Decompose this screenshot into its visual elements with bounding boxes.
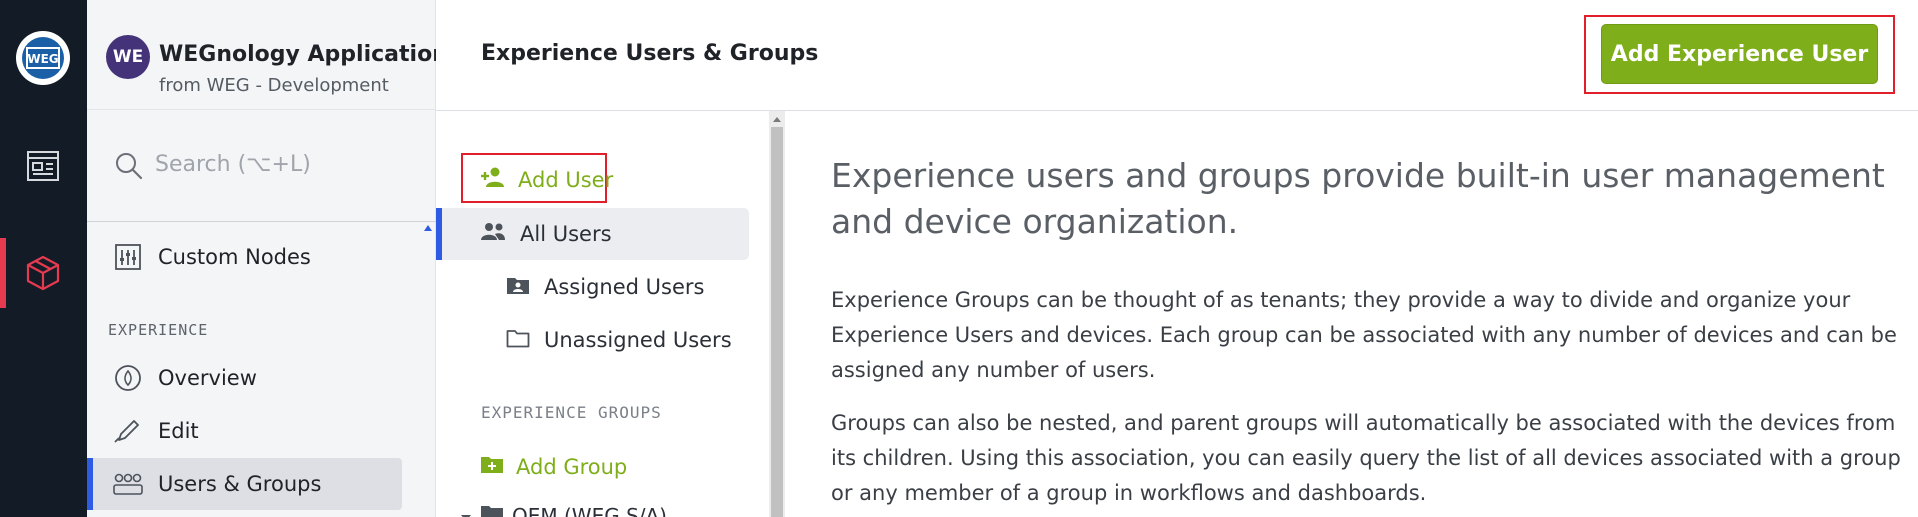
scroll-up-arrow-icon[interactable] bbox=[424, 225, 432, 231]
rail-active-indicator bbox=[0, 238, 6, 308]
dashboard-icon[interactable] bbox=[22, 145, 64, 187]
weg-logo[interactable]: WEG bbox=[16, 31, 70, 85]
search-input[interactable]: Search (⌥+L) bbox=[155, 152, 311, 177]
intro-paragraph: Experience Groups can be thought of as t… bbox=[831, 288, 1897, 382]
application-avatar: WE bbox=[106, 35, 150, 79]
tree-scrollbar[interactable] bbox=[769, 111, 785, 517]
add-user-label: Add User bbox=[518, 167, 614, 192]
folder-icon bbox=[506, 328, 530, 352]
tree-item-all-users[interactable]: All Users bbox=[436, 208, 749, 260]
sidebar-item-label: Overview bbox=[158, 366, 257, 390]
folder-add-icon bbox=[480, 454, 504, 479]
page-title: Experience Users & Groups bbox=[481, 41, 819, 66]
application-subtitle: from WEG - Development bbox=[159, 75, 389, 96]
weg-logo-icon: WEG bbox=[26, 47, 60, 69]
tree-item-label: Unassigned Users bbox=[544, 328, 732, 352]
users-groups-tree: Add User All Users Assigned Users Unassi… bbox=[436, 111, 769, 517]
tree-section-experience-groups: EXPERIENCE GROUPS bbox=[481, 403, 662, 422]
users-groups-icon bbox=[112, 468, 144, 500]
intro-paragraph: Groups can also be nested, and parent gr… bbox=[831, 411, 1901, 505]
add-group-link[interactable]: Add Group bbox=[480, 454, 627, 479]
add-experience-user-button[interactable]: Add Experience User bbox=[1601, 24, 1878, 84]
chevron-down-icon bbox=[460, 504, 472, 517]
application-title: WEGnology Application bbox=[159, 42, 448, 67]
person-add-icon bbox=[480, 166, 506, 193]
sidebar-scrollbar[interactable] bbox=[421, 222, 435, 517]
sidebar-item-label: Edit bbox=[158, 419, 199, 443]
people-icon bbox=[480, 222, 506, 246]
sidebar-item-overview[interactable]: Overview bbox=[87, 352, 402, 404]
add-group-label: Add Group bbox=[516, 454, 628, 479]
folder-user-icon bbox=[506, 275, 530, 299]
sidebar-section-experience: EXPERIENCE bbox=[108, 321, 209, 339]
tree-item-label: OEM (WEG S/A) bbox=[512, 503, 667, 517]
tree-item-unassigned-users[interactable]: Unassigned Users bbox=[506, 314, 732, 366]
tree-item-label: All Users bbox=[520, 222, 612, 246]
tree-item-group[interactable]: OEM (WEG S/A) bbox=[460, 503, 667, 517]
svg-text:WEG: WEG bbox=[27, 52, 58, 66]
folder-icon bbox=[480, 503, 504, 517]
scroll-up-arrow-icon[interactable] bbox=[773, 117, 781, 122]
cube-icon[interactable] bbox=[22, 252, 64, 294]
overview-icon bbox=[112, 362, 144, 394]
sidebar-item-label: Custom Nodes bbox=[158, 245, 311, 269]
add-user-link[interactable]: Add User bbox=[480, 166, 613, 193]
tree-item-assigned-users[interactable]: Assigned Users bbox=[506, 261, 704, 313]
main-content: Experience users and groups provide buil… bbox=[786, 111, 1906, 517]
scrollbar-thumb[interactable] bbox=[771, 127, 783, 517]
app-rail: WEG bbox=[0, 0, 87, 517]
application-header[interactable]: WE WEGnology Application from WEG - Deve… bbox=[87, 0, 448, 110]
sidebar-item-users-groups[interactable]: Users & Groups bbox=[87, 458, 402, 510]
sidebar-item-custom-nodes[interactable]: Custom Nodes bbox=[87, 231, 402, 283]
sidebar-item-edit[interactable]: Edit bbox=[87, 405, 402, 457]
intro-heading: Experience users and groups provide buil… bbox=[831, 156, 1885, 241]
page-header: Experience Users & Groups Add Experience… bbox=[436, 0, 1918, 111]
search-icon bbox=[114, 151, 144, 185]
weg-logo-mark: WEG bbox=[22, 37, 64, 79]
sliders-icon bbox=[112, 241, 144, 273]
application-sidebar: WE WEGnology Application from WEG - Deve… bbox=[87, 0, 448, 517]
pencil-icon bbox=[112, 415, 144, 447]
tree-item-label: Assigned Users bbox=[544, 275, 705, 299]
sidebar-item-label: Users & Groups bbox=[158, 472, 322, 496]
